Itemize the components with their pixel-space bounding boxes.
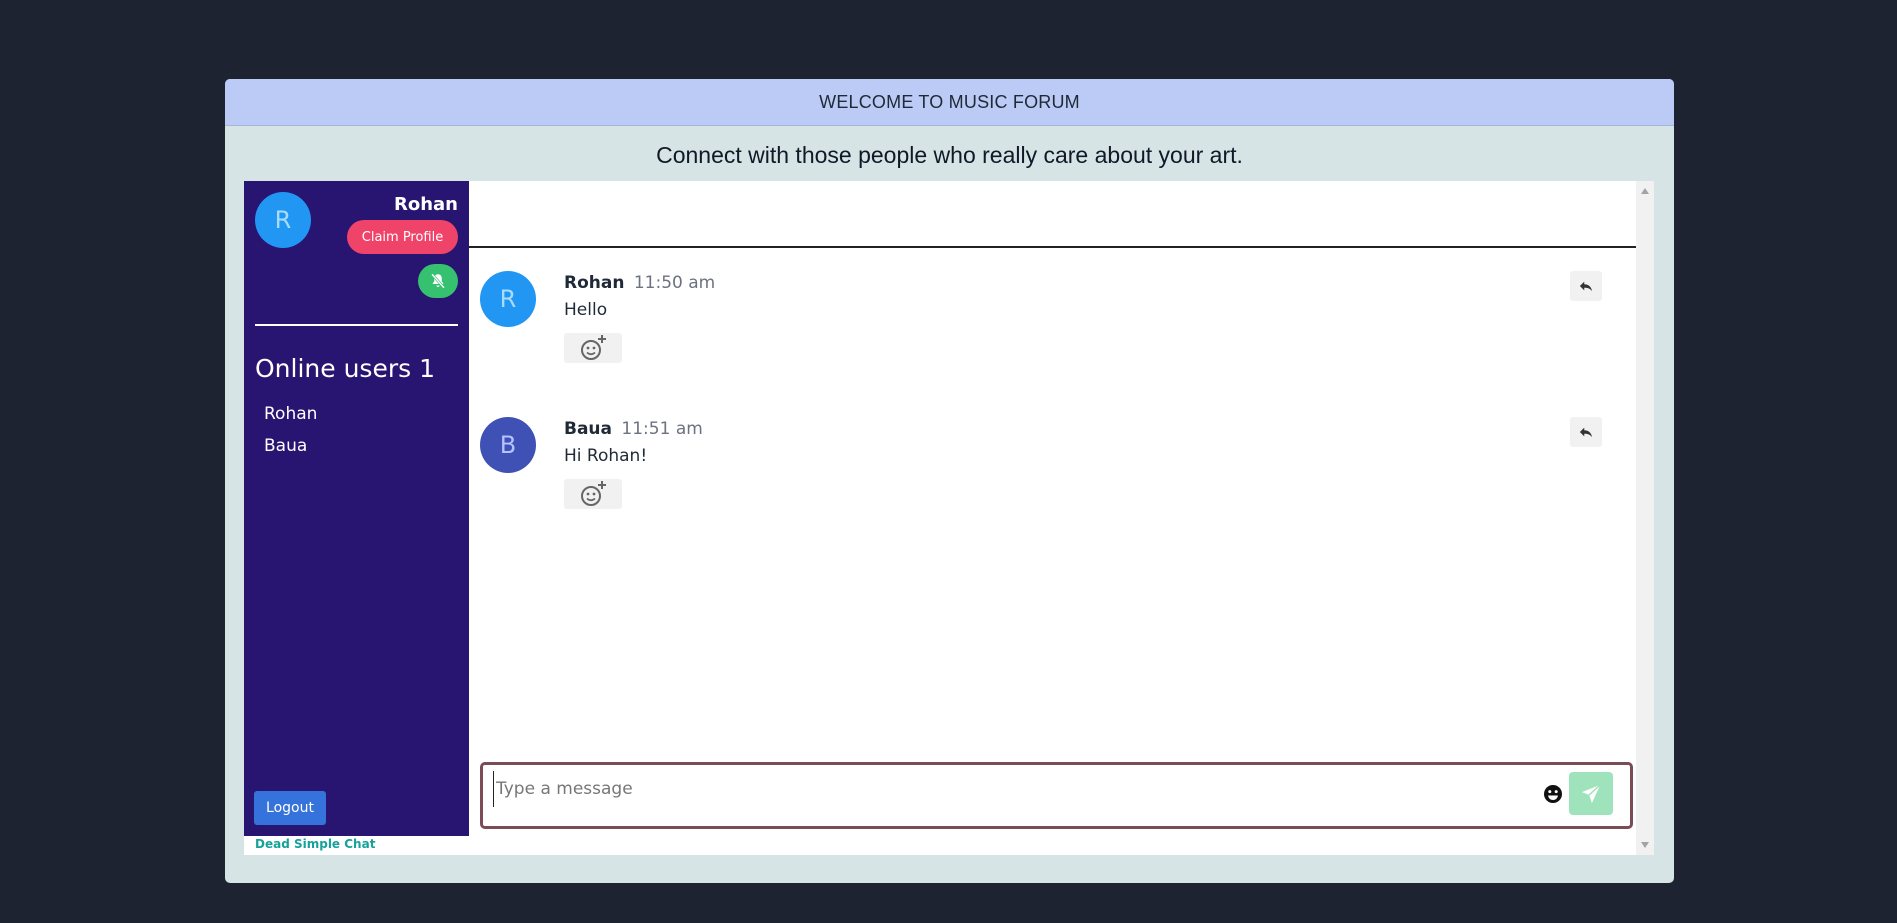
forum-title: WELCOME TO MUSIC FORUM	[819, 91, 1080, 112]
message-body: Baua 11:51 am Hi Rohan!	[564, 419, 703, 509]
online-users-list: Rohan Baua	[264, 398, 317, 462]
add-reaction-button[interactable]	[564, 479, 622, 509]
message-time: 11:51 am	[621, 419, 703, 439]
reply-icon	[1579, 281, 1593, 292]
message-avatar-initial: R	[499, 285, 517, 313]
message-avatar: R	[480, 271, 536, 327]
message-avatar-initial: B	[499, 431, 517, 459]
message-meta: Rohan 11:50 am	[564, 273, 715, 293]
add-reaction-icon	[581, 335, 606, 360]
chat-topic-bar	[469, 181, 1636, 248]
chat-sidebar: R Rohan Claim Profile Online users 1 Roh…	[244, 181, 469, 836]
smiley-icon	[1544, 785, 1562, 803]
online-users-title: Online users 1	[255, 354, 435, 383]
add-reaction-button[interactable]	[564, 333, 622, 363]
forum-header: WELCOME TO MUSIC FORUM	[225, 79, 1674, 126]
reply-button[interactable]	[1570, 271, 1602, 301]
reply-button[interactable]	[1570, 417, 1602, 447]
message-avatar: B	[480, 417, 536, 473]
mute-notifications-button[interactable]	[418, 264, 458, 298]
online-user-item[interactable]: Rohan	[264, 398, 317, 430]
chat-widget: R Rohan Claim Profile Online users 1 Roh…	[244, 181, 1654, 855]
bell-slash-icon	[430, 273, 446, 289]
message-time: 11:50 am	[633, 273, 716, 293]
message-input[interactable]	[493, 771, 1498, 807]
online-users-count: 1	[419, 354, 435, 383]
message-author: Baua	[564, 419, 613, 439]
forum-tagline: Connect with those people who really car…	[225, 126, 1674, 185]
message-item: B Baua 11:51 am Hi Rohan!	[469, 417, 1636, 537]
powered-by-link[interactable]: Dead Simple Chat	[255, 837, 375, 851]
logout-label: Logout	[266, 800, 314, 816]
message-item: R Rohan 11:50 am Hello	[469, 271, 1636, 391]
online-users-label: Online users	[255, 354, 412, 383]
emoji-picker-button[interactable]	[1542, 783, 1564, 805]
sidebar-divider	[255, 324, 458, 326]
scroll-up-arrow[interactable]	[1641, 188, 1649, 194]
claim-profile-label: Claim Profile	[361, 229, 444, 245]
add-reaction-icon	[581, 481, 606, 506]
message-text: Hello	[564, 300, 608, 320]
claim-profile-button[interactable]: Claim Profile	[347, 220, 458, 254]
current-user-initial: R	[274, 206, 292, 234]
tagline-text: Connect with those people who really car…	[656, 142, 1243, 168]
current-user-avatar: R	[255, 192, 311, 248]
chat-scrollbar[interactable]	[1636, 181, 1654, 855]
logout-button[interactable]: Logout	[254, 791, 326, 825]
send-button[interactable]	[1569, 772, 1613, 815]
online-user-item[interactable]: Baua	[264, 430, 317, 462]
chat-main: R Rohan 11:50 am Hello B Baua 11:51 am H…	[469, 181, 1636, 855]
reply-icon	[1579, 427, 1593, 438]
message-author: Rohan	[564, 273, 625, 293]
message-meta: Baua 11:51 am	[564, 419, 703, 439]
message-composer	[480, 762, 1633, 829]
message-body: Rohan 11:50 am Hello	[564, 273, 715, 363]
paper-plane-icon	[1581, 783, 1601, 803]
forum-card: WELCOME TO MUSIC FORUM Connect with thos…	[225, 79, 1674, 883]
message-text: Hi Rohan!	[564, 446, 648, 466]
scroll-down-arrow[interactable]	[1641, 842, 1649, 848]
current-user-name: Rohan	[393, 194, 458, 215]
